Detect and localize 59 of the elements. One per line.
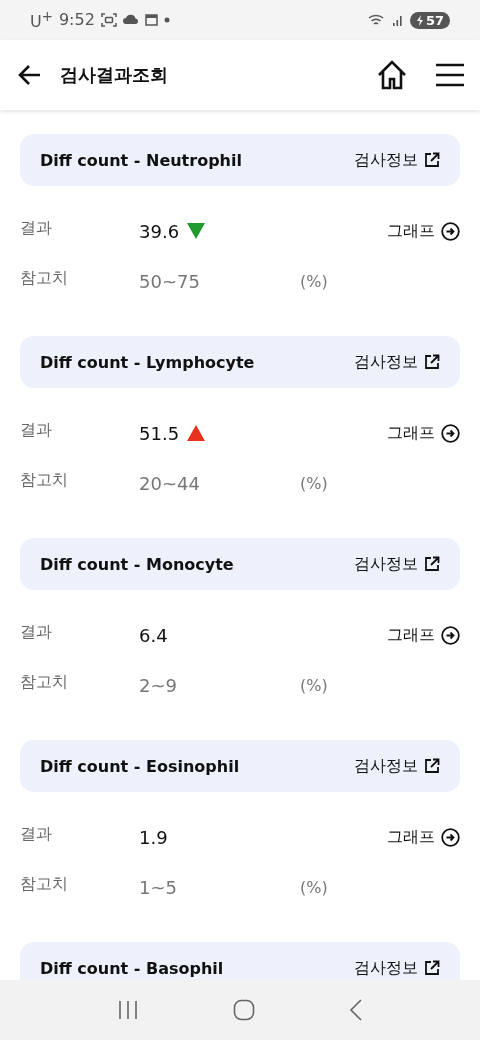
reference-range: 50~75 bbox=[139, 270, 201, 292]
page-title: 검사결과조회 bbox=[60, 63, 169, 87]
graph-link[interactable]: 그래프 bbox=[387, 826, 460, 848]
graph-link[interactable]: 그래프 bbox=[387, 624, 460, 646]
unit-text: (%) bbox=[300, 877, 328, 897]
external-link-icon bbox=[424, 152, 440, 168]
result-value: 39.6 bbox=[139, 220, 180, 242]
external-link-icon bbox=[424, 556, 440, 572]
test-info-link[interactable]: 검사정보 bbox=[354, 149, 440, 171]
unit-text: (%) bbox=[300, 473, 328, 493]
result-value: 6.4 bbox=[139, 624, 168, 646]
result-label: 결과 bbox=[20, 823, 53, 845]
signal-icon bbox=[391, 14, 404, 26]
screenshot-icon bbox=[100, 13, 117, 27]
reference-label: 참고치 bbox=[20, 267, 69, 289]
unit-text: (%) bbox=[300, 675, 328, 695]
test-name: Diff count - Lymphocyte bbox=[40, 352, 255, 372]
graph-link[interactable]: 그래프 bbox=[387, 422, 460, 444]
result-label: 결과 bbox=[20, 217, 53, 239]
menu-button[interactable] bbox=[436, 63, 464, 87]
back-button[interactable] bbox=[18, 64, 42, 86]
calendar-icon bbox=[144, 14, 158, 26]
external-link-icon bbox=[424, 354, 440, 370]
result-label: 결과 bbox=[20, 419, 53, 441]
carrier-text: U$^{+}$ bbox=[30, 8, 53, 32]
dot-icon bbox=[163, 17, 170, 23]
test-info-link[interactable]: 검사정보 bbox=[354, 351, 440, 373]
reference-range: 1~5 bbox=[139, 876, 178, 898]
reference-label: 참고치 bbox=[20, 469, 69, 491]
recent-apps-icon[interactable] bbox=[117, 1000, 139, 1020]
back-icon[interactable] bbox=[349, 999, 363, 1021]
clock-time: 9:52 bbox=[58, 10, 95, 30]
home-button[interactable] bbox=[376, 60, 408, 90]
reference-label: 참고치 bbox=[20, 873, 69, 895]
arrow-circle-icon bbox=[441, 423, 460, 443]
external-link-icon bbox=[424, 758, 440, 774]
test-name: Diff count - Monocyte bbox=[40, 554, 234, 574]
test-info-link[interactable]: 검사정보 bbox=[354, 553, 440, 575]
test-name: Diff count - Eosinophil bbox=[40, 756, 240, 776]
reference-label: 참고치 bbox=[20, 671, 69, 693]
arrow-circle-icon bbox=[441, 827, 460, 847]
cloud-icon bbox=[122, 14, 139, 26]
external-link-icon bbox=[424, 960, 440, 976]
arrow-circle-icon bbox=[441, 625, 460, 645]
test-info-link[interactable]: 검사정보 bbox=[354, 755, 440, 777]
result-label: 결과 bbox=[20, 621, 53, 643]
test-info-link[interactable]: 검사정보 bbox=[354, 957, 440, 979]
reference-range: 20~44 bbox=[139, 472, 201, 494]
wifi-icon bbox=[367, 13, 386, 27]
unit-text: (%) bbox=[300, 271, 328, 291]
arrow-circle-icon bbox=[441, 221, 460, 241]
home-icon[interactable] bbox=[233, 999, 255, 1021]
graph-link[interactable]: 그래프 bbox=[387, 220, 460, 242]
reference-range: 2~9 bbox=[139, 674, 178, 696]
battery-indicator: 57 bbox=[409, 11, 450, 29]
result-value: 51.5 bbox=[139, 422, 180, 444]
test-name: Diff count - Neutrophil bbox=[40, 150, 242, 170]
test-name: Diff count - Basophil bbox=[40, 958, 224, 978]
result-value: 1.9 bbox=[139, 826, 168, 848]
